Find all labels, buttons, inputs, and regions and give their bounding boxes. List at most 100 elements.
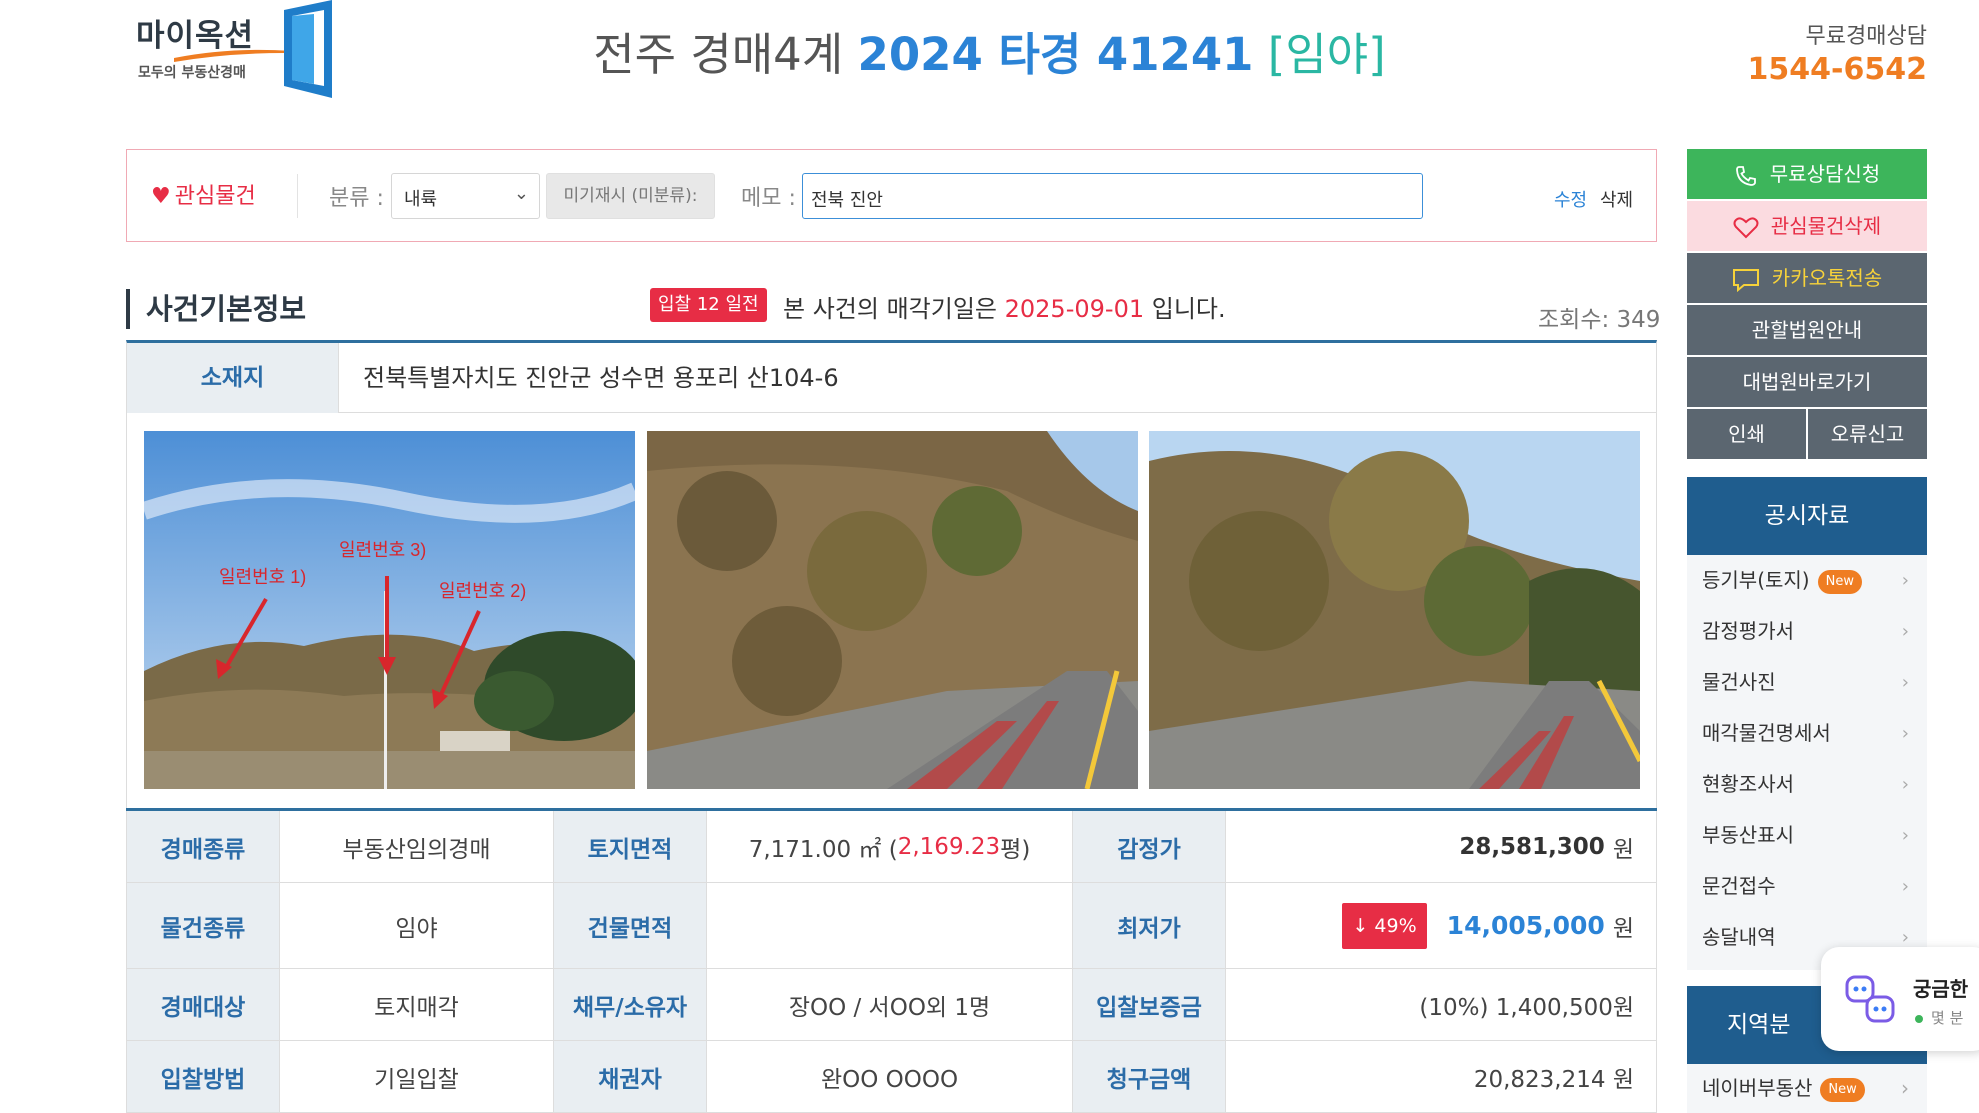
claim-value: 20,823,214 원 (1473, 1066, 1634, 1093)
debtor-owner-label: 채무/소유자 (554, 969, 707, 1040)
property-photo-3[interactable] (1149, 431, 1640, 789)
list-item[interactable]: 매각물건명세서 › (1687, 708, 1927, 759)
min-price-amount: 14,005,000 (1446, 911, 1605, 940)
classification-select[interactable]: 내륙 ⌄ (391, 173, 540, 219)
notice-title: 공시자료 (1687, 477, 1927, 555)
deposit-value: (10%) 1,400,500원 (1419, 994, 1634, 1021)
memo-delete-link[interactable]: 삭제 (1600, 186, 1633, 212)
section-title: 사건기본정보 (126, 289, 306, 329)
table-row: 물건종류 임야 건물면적 최저가 ↓ 49% 14,005,000 원 (126, 883, 1657, 969)
unsorted-button[interactable]: 미기재시 (미분류): (546, 173, 715, 219)
remove-favorite-button[interactable]: 관심물건삭제 (1687, 201, 1927, 251)
land-area-pyeong: 2,169.23 (897, 833, 1001, 860)
sale-notice-prefix: 본 사건의 매각기일은 (783, 295, 997, 323)
report-error-button[interactable]: 오류신고 (1808, 409, 1927, 459)
debtor-owner-value: 장OO / 서OO외 1명 (707, 969, 1073, 1040)
property-photo-2[interactable] (647, 431, 1138, 789)
photo-annotation-2: 일련번호 3) (339, 540, 426, 560)
won-unit: 원 (1612, 836, 1634, 863)
chevron-right-icon: › (1901, 621, 1909, 642)
table-row: 경매종류 부동산임의경매 토지면적 7,171.00 ㎡ (2,169.23 평)… (126, 811, 1657, 883)
list-item[interactable]: 부동산표시 › (1687, 810, 1927, 861)
interest-bar: ♥ 관심물건 분류 : 내륙 ⌄ 미기재시 (미분류): 메모 : 전북 진안 수… (126, 149, 1657, 242)
chevron-right-icon: › (1901, 672, 1909, 693)
chevron-right-icon: › (1901, 774, 1909, 795)
won-unit: 원 (1612, 915, 1634, 942)
appraisal-label: 감정가 (1073, 811, 1226, 882)
notice-item-label: 물건사진 (1702, 670, 1776, 694)
table-row: 경매대상 토지매각 채무/소유자 장OO / 서OO외 1명 입찰보증금 (10… (126, 969, 1657, 1041)
heart-outline-icon (1733, 216, 1759, 238)
chat-widget[interactable]: 궁금한 몇 분 (1821, 947, 1979, 1051)
remove-favorite-label: 관심물건삭제 (1770, 214, 1882, 238)
item-type-value: 임야 (280, 883, 554, 968)
building-area-value (707, 883, 1073, 968)
list-item[interactable]: 등기부(토지) New › (1687, 555, 1927, 606)
chat-title: 궁금한 (1913, 977, 1969, 1001)
property-type-tag: [임야] (1267, 28, 1386, 81)
details-table: 경매종류 부동산임의경매 토지면적 7,171.00 ㎡ (2,169.23 평)… (126, 808, 1657, 1113)
address-value: 전북특별자치도 진안군 성수면 용포리 산104-6 (363, 364, 839, 392)
print-button[interactable]: 인쇄 (1687, 409, 1808, 459)
building-area-label: 건물면적 (554, 883, 707, 968)
notice-item-label: 현황조사서 (1702, 772, 1794, 796)
sale-date: 2025-09-01 (1004, 295, 1145, 323)
kakao-send-label: 카카오톡전송 (1771, 266, 1883, 290)
hotline: 무료경매상담 1544-6542 (1748, 18, 1927, 87)
land-area-prefix: 7,171.00 ㎡ ( (748, 836, 898, 863)
land-area-value: 7,171.00 ㎡ (2,169.23 평) (707, 811, 1073, 882)
favorite-toggle[interactable]: ♥ 관심물건 (151, 178, 256, 210)
min-price-label: 최저가 (1073, 883, 1226, 968)
notice-item-label: 부동산표시 (1702, 823, 1794, 847)
list-item[interactable]: 현황조사서 › (1687, 759, 1927, 810)
list-item[interactable]: 감정평가서 › (1687, 606, 1927, 657)
chevron-down-icon: ⌄ (513, 183, 529, 204)
classification-label: 분류 : (329, 186, 384, 211)
divider (297, 174, 298, 218)
photo-gallery: 일련번호 1) 일련번호 3) 일련번호 2) (126, 413, 1657, 808)
notice-item-label: 송달내역 (1702, 925, 1776, 949)
court-name: 전주 경매4계 (593, 28, 844, 81)
auction-target-label: 경매대상 (127, 969, 280, 1040)
creditor-value: 완OO OOOO (707, 1041, 1073, 1112)
supreme-court-button[interactable]: 대법원바로가기 (1687, 357, 1927, 407)
view-count: 조회수: 349 (1538, 307, 1661, 333)
court-info-button[interactable]: 관할법원안내 (1687, 305, 1927, 355)
naver-realestate-item[interactable]: 네이버부동산 New › (1687, 1064, 1927, 1113)
chevron-right-icon: › (1901, 723, 1909, 744)
list-item[interactable]: 물건사진 › (1687, 657, 1927, 708)
auction-type-label: 경매종류 (127, 811, 280, 882)
memo-input[interactable]: 전북 진안 (802, 173, 1423, 219)
auction-type-value: 부동산임의경매 (280, 811, 554, 882)
hotline-number[interactable]: 1544-6542 (1748, 52, 1927, 87)
table-row: 입찰방법 기일입찰 채권자 완OO OOOO 청구금액 20,823,214 원 (126, 1041, 1657, 1113)
notice-item-label: 감정평가서 (1702, 619, 1794, 643)
bid-method-value: 기일입찰 (280, 1041, 554, 1112)
chat-status: 몇 분 (1915, 1007, 1963, 1028)
new-badge: New (1817, 569, 1862, 594)
memo-edit-link[interactable]: 수정 (1554, 186, 1587, 212)
hotline-label: 무료경매상담 (1805, 24, 1927, 49)
heart-icon: ♥ (151, 184, 171, 209)
print-report-group: 인쇄 오류신고 (1687, 409, 1927, 459)
list-item[interactable]: 문건접수 › (1687, 861, 1927, 912)
free-consult-button[interactable]: 무료상담신청 (1687, 149, 1927, 199)
memo-label: 메모 : (741, 186, 796, 211)
free-consult-label: 무료상담신청 (1769, 162, 1881, 186)
auction-target-value: 토지매각 (280, 969, 554, 1040)
sidebar: 무료상담신청 관심물건삭제 카카오톡전송 관할법원안내 대법원바로가기 인쇄 오… (1687, 149, 1927, 459)
chat-status-text: 몇 분 (1931, 1009, 1964, 1027)
appraisal-value: 28,581,300 원 (1226, 811, 1656, 882)
chatbot-icon (1845, 975, 1895, 1023)
address-row: 소재지 전북특별자치도 진안군 성수면 용포리 산104-6 (126, 340, 1657, 413)
property-photo-1[interactable]: 일련번호 1) 일련번호 3) 일련번호 2) (144, 431, 635, 789)
price-drop-badge: ↓ 49% (1342, 902, 1427, 949)
case-title: 전주 경매4계 2024 타경 41241 [임야] (0, 18, 1979, 83)
chat-bubble-icon (1732, 268, 1759, 292)
kakao-send-button[interactable]: 카카오톡전송 (1687, 253, 1927, 303)
sale-notice-suffix: 입니다. (1151, 295, 1226, 323)
notice-item-label: 문건접수 (1702, 874, 1776, 898)
item-type-label: 물건종류 (127, 883, 280, 968)
land-area-label: 토지면적 (554, 811, 707, 882)
creditor-label: 채권자 (554, 1041, 707, 1112)
